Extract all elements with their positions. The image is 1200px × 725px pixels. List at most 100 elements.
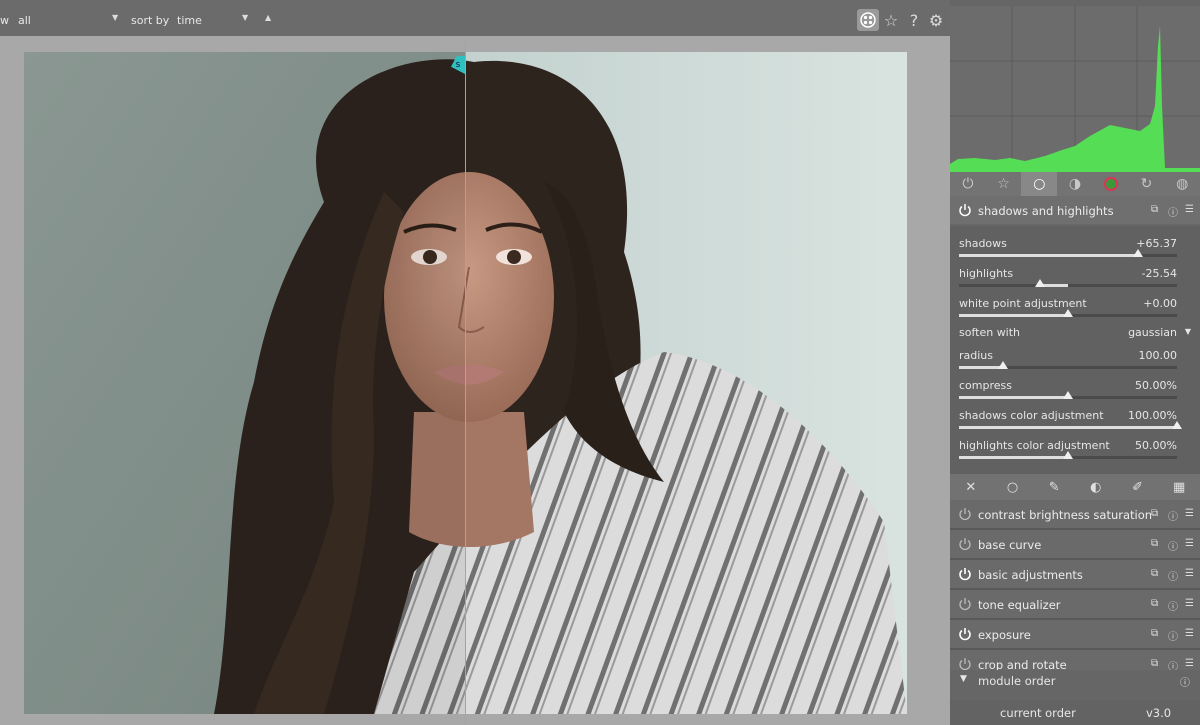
presets-icon[interactable]: ⧉ — [1151, 568, 1158, 579]
reset-icon[interactable]: ⓘ — [1168, 628, 1178, 643]
compress-slider[interactable]: compress 50.00% — [959, 374, 1177, 402]
slider-value: 50.00% — [1135, 439, 1177, 452]
star-icon[interactable]: ☆ — [880, 9, 902, 31]
presets-icon[interactable]: ⧉ — [1151, 204, 1158, 215]
slider-value: 100.00% — [1128, 409, 1177, 422]
module-contrast-brightness-saturation[interactable]: contrast brightness saturation ⧉ ⓘ ☰ — [950, 500, 1200, 528]
gear-icon[interactable]: ⚙ — [925, 9, 947, 31]
slider-label: highlights color adjustment — [959, 439, 1110, 452]
slider-value: 50.00% — [1135, 379, 1177, 392]
module-crop-and-rotate[interactable]: crop and rotate ⧉ ⓘ ☰ — [950, 650, 1200, 673]
uniform-circle-icon[interactable]: ○ — [992, 474, 1034, 500]
presets-icon[interactable]: ⧉ — [1151, 508, 1158, 519]
menu-icon[interactable]: ☰ — [1185, 508, 1194, 519]
module-exposure[interactable]: exposure ⧉ ⓘ ☰ — [950, 620, 1200, 648]
filter-dropdown[interactable]: all — [18, 14, 31, 27]
power-icon[interactable] — [958, 203, 972, 217]
sort-dropdown[interactable]: time — [177, 14, 202, 27]
sort-direction-icon[interactable]: ▲ — [265, 13, 271, 22]
slider-label: compress — [959, 379, 1012, 392]
presets-icon[interactable]: ⧉ — [1151, 658, 1158, 669]
slider-label: radius — [959, 349, 994, 362]
slider-value: +0.00 — [1143, 297, 1177, 310]
reset-icon[interactable]: ⓘ — [1168, 204, 1178, 219]
power-icon[interactable] — [958, 537, 972, 551]
slider-value: 100.00 — [1138, 349, 1178, 362]
shadows-highlights-controls: shadows +65.37 highlights -25.54 white p… — [950, 226, 1200, 474]
image-viewer — [0, 36, 950, 725]
off-icon[interactable]: ✕ — [950, 474, 992, 500]
shadows-slider[interactable]: shadows +65.37 — [959, 232, 1177, 260]
power-icon[interactable] — [958, 567, 972, 581]
raster-icon[interactable]: ▦ — [1158, 474, 1200, 500]
color-circle-icon[interactable] — [1093, 172, 1129, 196]
reset-icon[interactable]: ⓘ — [1168, 598, 1178, 613]
shadows-color-adjustment-slider[interactable]: shadows color adjustment 100.00% — [959, 404, 1182, 432]
module-base-curve[interactable]: base curve ⧉ ⓘ ☰ — [950, 530, 1200, 558]
menu-icon[interactable]: ☰ — [1185, 538, 1194, 549]
parametric-icon[interactable]: ◐ — [1075, 474, 1117, 500]
presets-icon[interactable]: ⧉ — [1151, 628, 1158, 639]
module-name: base curve — [978, 538, 1042, 552]
reset-icon[interactable]: ⓘ — [1180, 674, 1190, 689]
menu-icon[interactable]: ☰ — [1185, 598, 1194, 609]
sort-chevron-icon[interactable]: ▼ — [242, 13, 248, 22]
rotate-circle-icon[interactable]: ↻ — [1129, 172, 1165, 196]
reset-icon[interactable]: ⓘ — [1168, 568, 1178, 583]
chevron-down-icon: ▼ — [1184, 327, 1191, 336]
grouping-icon[interactable] — [857, 9, 879, 31]
circle-icon[interactable]: ○ — [1021, 172, 1058, 196]
texture-circle-icon[interactable]: ◍ — [1164, 172, 1200, 196]
module-name: exposure — [978, 628, 1031, 642]
presets-icon[interactable]: ⧉ — [1151, 598, 1158, 609]
top-toolbar: w all ▼ sort by time ▼ ▲ ☆ ? ⚙ — [0, 0, 950, 36]
reset-icon[interactable]: ⓘ — [1168, 538, 1178, 553]
blend-mask-bar: ✕ ○ ✎ ◐ ✐ ▦ — [950, 474, 1200, 500]
right-panel: ⏻ ☆ ○ ◑ ↻ ◍ shadows and highlights ⧉ ⓘ ☰… — [950, 0, 1200, 725]
highlights-slider[interactable]: highlights -25.54 — [959, 262, 1177, 290]
current-order-label: current order — [1000, 706, 1076, 720]
power-icon[interactable] — [958, 657, 972, 671]
slider-label: shadows color adjustment — [959, 409, 1104, 422]
module-tone-equalizer[interactable]: tone equalizer ⧉ ⓘ ☰ — [950, 590, 1200, 618]
drawn-parametric-icon[interactable]: ✐ — [1117, 474, 1159, 500]
module-title: shadows and highlights — [978, 204, 1114, 218]
collapse-triangle-icon[interactable]: ▼ — [960, 674, 967, 684]
power-icon[interactable] — [958, 507, 972, 521]
presets-icon[interactable]: ⧉ — [1151, 538, 1158, 549]
sort-by-label: sort by — [131, 14, 170, 27]
module-name: contrast brightness saturation — [978, 508, 1153, 522]
module-name: basic adjustments — [978, 568, 1083, 582]
current-order-row: current order v3.0 — [950, 700, 1200, 725]
white-point-slider[interactable]: white point adjustment +0.00 — [959, 292, 1177, 320]
power-icon[interactable] — [958, 597, 972, 611]
radius-slider[interactable]: radius 100.00 — [959, 344, 1177, 372]
combo-value: gaussian — [1128, 326, 1177, 339]
module-order-title: module order — [978, 674, 1056, 688]
combo-label: soften with — [959, 326, 1021, 339]
power-icon[interactable] — [958, 627, 972, 641]
highlights-color-adjustment-slider[interactable]: highlights color adjustment 50.00% — [959, 434, 1177, 462]
drawn-mask-icon[interactable]: ✎ — [1033, 474, 1075, 500]
soften-with-combobox[interactable]: soften with gaussian ▼ — [959, 326, 1191, 346]
slider-value: -25.54 — [1141, 267, 1177, 280]
split-line[interactable] — [465, 36, 466, 725]
menu-icon[interactable]: ☰ — [1185, 568, 1194, 579]
module-basic-adjustments[interactable]: basic adjustments ⧉ ⓘ ☰ — [950, 560, 1200, 588]
power-icon[interactable]: ⏻ — [950, 172, 986, 196]
module-group-tabs: ⏻ ☆ ○ ◑ ↻ ◍ — [950, 172, 1200, 196]
filter-chevron-icon[interactable]: ▼ — [112, 13, 118, 22]
reset-icon[interactable]: ⓘ — [1168, 508, 1178, 523]
menu-icon[interactable]: ☰ — [1185, 658, 1194, 669]
module-name: tone equalizer — [978, 598, 1061, 612]
gradient-circle-icon[interactable]: ◑ — [1057, 172, 1093, 196]
star-icon[interactable]: ☆ — [986, 172, 1022, 196]
module-order-header[interactable]: ▼ module order ⓘ — [950, 670, 1200, 692]
help-icon[interactable]: ? — [903, 9, 925, 31]
view-label: w — [0, 14, 9, 27]
menu-icon[interactable]: ☰ — [1185, 628, 1194, 639]
module-header-shadows-and-highlights[interactable]: shadows and highlights ⧉ ⓘ ☰ — [950, 196, 1200, 224]
histogram — [950, 6, 1200, 172]
current-order-value: v3.0 — [1146, 706, 1172, 720]
menu-icon[interactable]: ☰ — [1185, 204, 1194, 215]
